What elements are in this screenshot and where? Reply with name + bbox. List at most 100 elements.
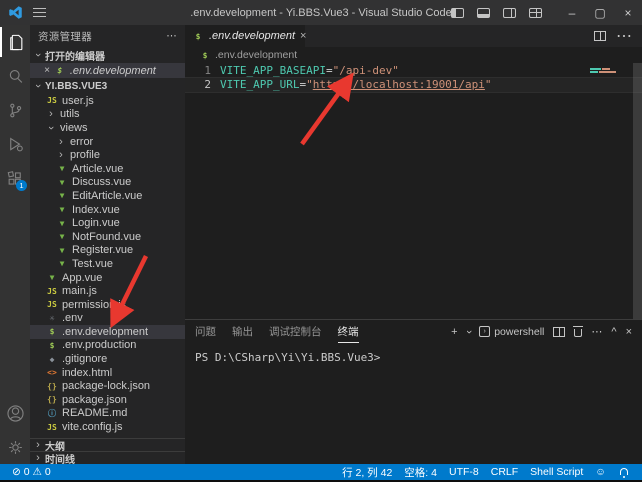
menu-icon[interactable] [33,8,46,17]
source-control-icon[interactable] [0,93,30,127]
tree-item-.env[interactable]: ☼.env [30,312,185,326]
tree-item-label: README.md [62,407,127,419]
toggle-sidebar-icon[interactable] [451,8,464,18]
tree-item-Discuss.vue[interactable]: ▼Discuss.vue [30,176,185,190]
kill-terminal-icon[interactable] [574,329,582,337]
feedback-smiley-icon[interactable]: ☺ [589,466,612,478]
tree-item-permission.js[interactable]: JSpermission.js [30,298,185,312]
tree-item-label: index.html [62,367,112,379]
split-terminal-icon[interactable] [553,327,565,337]
tree-item-user.js[interactable]: JSuser.js [30,94,185,108]
status-item[interactable]: UTF-8 [443,466,485,478]
terminal-icon: › [479,326,490,337]
tree-item-Login.vue[interactable]: ▼Login.vue [30,216,185,230]
tree-item-Test.vue[interactable]: ▼Test.vue [30,257,185,271]
maximize-button[interactable]: ▢ [586,0,614,25]
explorer-more-actions-icon[interactable]: ⋯ [166,30,177,42]
close-panel-icon[interactable]: × [626,326,632,338]
braces-file-icon: {} [46,382,58,391]
tree-item-index.html[interactable]: <>index.html [30,366,185,380]
tree-item-Register.vue[interactable]: ▼Register.vue [30,244,185,258]
sidebar-title: 资源管理器 [38,29,92,44]
url-link[interactable]: http://localhost:19001/api [313,78,485,91]
status-item[interactable]: 空格: 4 [398,465,443,480]
status-item[interactable]: CRLF [485,466,524,478]
dollar-file-icon: $ [46,327,58,336]
close-editor-icon[interactable]: × [44,65,50,76]
tree-item-main.js[interactable]: JSmain.js [30,284,185,298]
tree-item-vite.config.js[interactable]: JSvite.config.js [30,420,185,434]
close-button[interactable]: × [614,0,642,25]
tree-item-utils[interactable]: ›utils [30,108,185,122]
status-bar: ⊘ 0 ⚠ 0 行 2, 列 42空格: 4UTF-8CRLFShell Scr… [0,464,642,480]
activity-bar: 1 [0,25,30,464]
code-line-2[interactable]: 2VITE_APP_URL="http://localhost:19001/ap… [185,78,642,92]
account-icon[interactable] [0,396,30,430]
code-text: VITE_APP_URL="http://localhost:19001/api… [211,78,492,92]
sidebar-section-大纲[interactable]: ›大纲 [30,438,185,451]
open-editors-section[interactable]: › 打开的编辑器 [30,47,185,63]
extensions-icon[interactable]: 1 [0,161,30,195]
tree-item-error[interactable]: ›error [30,135,185,149]
status-item[interactable]: Shell Script [524,466,589,478]
chevron-right-icon: › [56,136,66,148]
terminal-content[interactable]: PS D:\CSharp\Yi\Yi.BBS.Vue3> [185,343,642,464]
sidebar-section-时间线[interactable]: ›时间线 [30,451,185,464]
panel-more-actions-icon[interactable]: ⋯ [591,325,602,338]
file-tree: JSuser.js›utils›views›error›profile▼Arti… [30,94,185,434]
terminal-dropdown-icon[interactable]: › [462,330,474,334]
new-terminal-icon[interactable]: + [451,326,457,338]
open-editor-label: .env.development [70,65,156,77]
tree-item-views[interactable]: ›views [30,121,185,135]
tree-item-Index.vue[interactable]: ▼Index.vue [30,203,185,217]
panel-tab-输出[interactable]: 输出 [232,320,253,343]
problems-status[interactable]: ⊘ 0 ⚠ 0 [6,466,57,478]
env-key: VITE_APP_URL [220,78,299,91]
editor-more-actions-icon[interactable]: ⋯ [616,26,632,46]
search-icon[interactable] [0,59,30,93]
maximize-panel-icon[interactable]: ^ [611,326,616,338]
tree-item-package-lock.json[interactable]: {}package-lock.json [30,379,185,393]
customize-layout-icon[interactable] [529,8,542,18]
status-item[interactable]: 行 2, 列 42 [336,465,398,480]
open-editor-item[interactable]: × $ .env.development [30,63,185,78]
tree-item-profile[interactable]: ›profile [30,148,185,162]
tree-item-README.md[interactable]: ⓘREADME.md [30,407,185,421]
string-quote: " [485,78,492,91]
notifications-bell-icon[interactable] [612,466,636,478]
tree-item-label: views [60,122,88,134]
settings-gear-icon[interactable] [0,430,30,464]
tab-close-icon[interactable]: × [300,30,306,42]
tab-env-development[interactable]: $ .env.development × [185,25,305,47]
panel-tab-调试控制台[interactable]: 调试控制台 [269,320,322,343]
terminal-instance-powershell[interactable]: › powershell [479,326,544,338]
minimap[interactable] [590,68,624,74]
tree-item-.env.development[interactable]: $.env.development [30,325,185,339]
project-root-section[interactable]: › YI.BBS.VUE3 [30,78,185,94]
panel-tab-问题[interactable]: 问题 [195,320,216,343]
toggle-secondary-sidebar-icon[interactable] [503,8,516,18]
warning-triangle-icon: ⚠ [33,466,42,478]
split-editor-icon[interactable] [594,31,606,41]
vue-file-icon: ▼ [56,232,68,241]
breadcrumb[interactable]: $ .env.development [185,47,642,63]
editor-scrollbar[interactable] [633,63,642,319]
explorer-icon[interactable] [0,25,30,59]
panel-tab-终端[interactable]: 终端 [338,320,359,343]
tree-item-label: profile [70,149,100,161]
js-file-icon: JS [46,96,58,105]
tree-item-App.vue[interactable]: ▼App.vue [30,271,185,285]
code-line-1[interactable]: 1VITE_APP_BASEAPI="/api-dev" [185,64,642,78]
tree-item-package.json[interactable]: {}package.json [30,393,185,407]
tree-item-EditArticle.vue[interactable]: ▼EditArticle.vue [30,189,185,203]
minimize-button[interactable]: – [558,0,586,25]
tree-item-.gitignore[interactable]: ◆.gitignore [30,352,185,366]
run-and-debug-icon[interactable] [0,127,30,161]
tree-item-.env.production[interactable]: $.env.production [30,339,185,353]
tree-item-Article.vue[interactable]: ▼Article.vue [30,162,185,176]
toggle-panel-icon[interactable] [477,8,490,18]
tree-item-label: Test.vue [72,258,113,270]
code-editor[interactable]: 1VITE_APP_BASEAPI="/api-dev"2VITE_APP_UR… [185,63,642,319]
tree-item-NotFound.vue[interactable]: ▼NotFound.vue [30,230,185,244]
line-number: 1 [185,64,211,78]
